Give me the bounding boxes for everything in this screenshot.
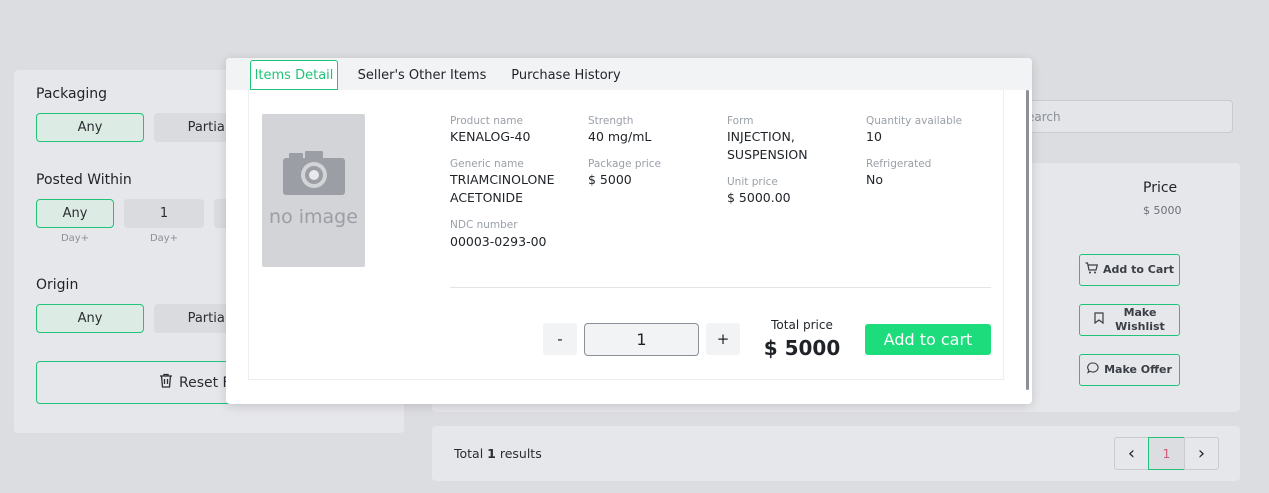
- total-results: Total 1 results: [454, 446, 542, 461]
- product-image-placeholder: no image: [262, 114, 365, 267]
- tab-sellers-other-items[interactable]: Seller's Other Items: [354, 60, 490, 90]
- add-to-cart-list-button[interactable]: Add to Cart: [1079, 254, 1180, 286]
- strength-value: 40 mg/mL: [588, 129, 652, 144]
- packaging-any-option[interactable]: Any: [36, 113, 144, 142]
- generic-name-label: Generic name: [450, 158, 524, 170]
- posted-1-sub: Day+: [149, 233, 179, 244]
- ndc-number-label: NDC number: [450, 219, 518, 231]
- posted-any-sub: Day+: [60, 233, 90, 244]
- posted-any-option[interactable]: Any: [36, 199, 114, 228]
- make-offer-label: Make Offer: [1104, 363, 1172, 376]
- origin-any-option[interactable]: Any: [36, 304, 144, 333]
- strength-label: Strength: [588, 115, 634, 127]
- search-placeholder: earch: [1027, 109, 1061, 124]
- item-detail-modal: Items Detail Seller's Other Items Purcha…: [226, 58, 1032, 404]
- price-value: $ 5000: [1143, 204, 1182, 217]
- total-price-value: $ 5000: [763, 336, 841, 360]
- quantity-decrease-button[interactable]: -: [543, 323, 577, 355]
- trash-icon: [159, 373, 173, 392]
- reset-filters-label: Reset F: [179, 374, 231, 391]
- results-footer: Total 1 results ‹ 1 ›: [432, 426, 1240, 481]
- total-count: 1: [487, 446, 496, 461]
- modal-divider: [450, 287, 991, 288]
- next-page-button[interactable]: ›: [1184, 437, 1219, 470]
- unit-price-value: $ 5000.00: [727, 190, 791, 205]
- refrigerated-value: No: [866, 172, 883, 187]
- posted-1-option[interactable]: 1: [124, 199, 204, 228]
- quantity-increase-button[interactable]: +: [706, 323, 740, 355]
- tab-purchase-history[interactable]: Purchase History: [506, 60, 626, 90]
- form-label: Form: [727, 115, 754, 127]
- ndc-number-value: 00003-0293-00: [450, 234, 547, 249]
- total-prefix: Total: [454, 446, 488, 461]
- bookmark-icon: [1094, 312, 1104, 328]
- add-to-cart-button[interactable]: Add to cart: [865, 324, 991, 355]
- package-price-label: Package price: [588, 158, 661, 170]
- package-price-value: $ 5000: [588, 172, 632, 187]
- total-suffix: results: [495, 446, 542, 461]
- quantity-available-label: Quantity available: [866, 115, 963, 127]
- unit-price-label: Unit price: [727, 176, 778, 188]
- posted-within-title: Posted Within: [36, 172, 132, 188]
- form-value: INJECTION, SUSPENSION: [727, 129, 808, 162]
- generic-name-value: TRIAMCINOLONE ACETONIDE: [450, 172, 555, 205]
- price-header: Price: [1143, 180, 1178, 196]
- packaging-title: Packaging: [36, 86, 108, 102]
- cart-icon: [1085, 262, 1099, 278]
- product-name-value: KENALOG-40: [450, 129, 531, 144]
- add-to-cart-list-label: Add to Cart: [1103, 263, 1174, 276]
- quantity-available-value: 10: [866, 129, 882, 144]
- chat-bubble-icon: [1087, 362, 1099, 378]
- quantity-input[interactable]: 1: [584, 323, 699, 356]
- make-wishlist-button[interactable]: Make Wishlist: [1079, 304, 1180, 336]
- make-offer-button[interactable]: Make Offer: [1079, 354, 1180, 386]
- tab-items-detail[interactable]: Items Detail: [250, 60, 338, 90]
- page-1-button[interactable]: 1: [1148, 437, 1185, 470]
- modal-scrollbar[interactable]: [1026, 90, 1029, 390]
- product-name-label: Product name: [450, 115, 523, 127]
- modal-tabs: Items Detail Seller's Other Items Purcha…: [226, 58, 1032, 90]
- no-image-text: no image: [269, 206, 358, 228]
- refrigerated-label: Refrigerated: [866, 158, 932, 170]
- make-wishlist-label: Make Wishlist: [1115, 306, 1165, 333]
- camera-icon: [281, 150, 347, 200]
- total-price-label: Total price: [771, 318, 833, 332]
- origin-title: Origin: [36, 277, 79, 293]
- prev-page-button[interactable]: ‹: [1114, 437, 1149, 470]
- search-input[interactable]: earch: [1010, 100, 1233, 133]
